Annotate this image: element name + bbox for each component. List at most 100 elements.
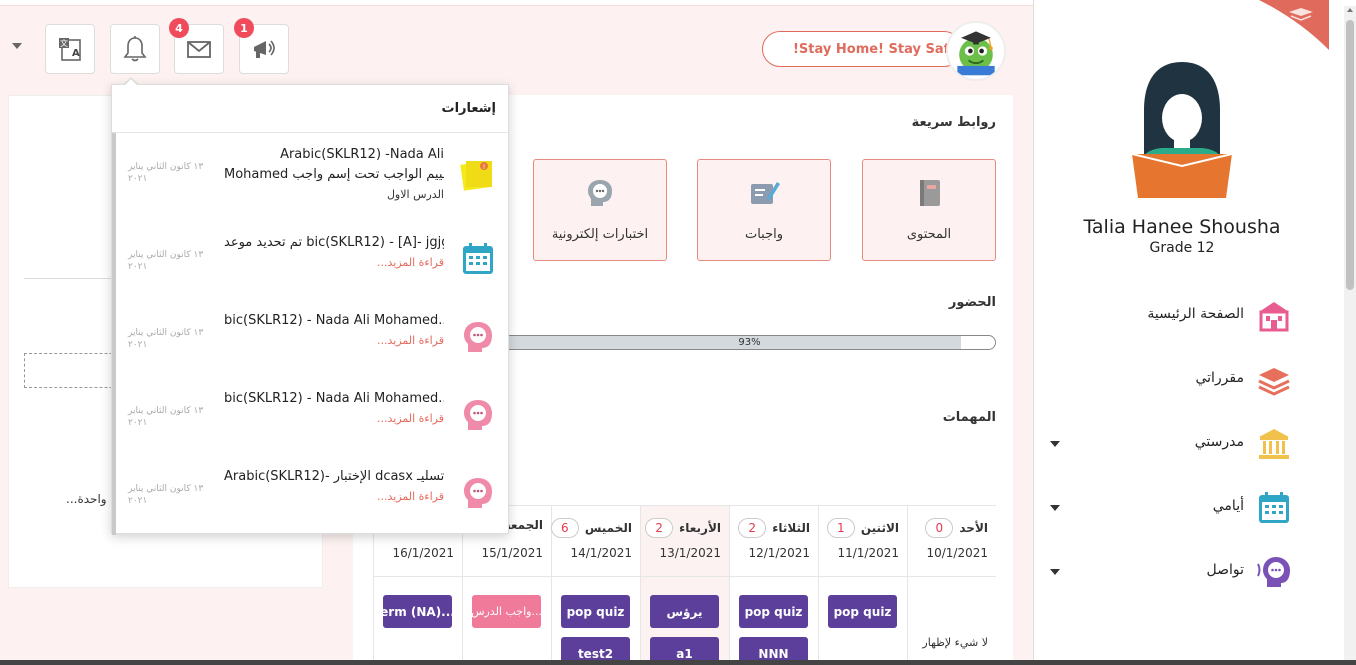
main-area: 文 A 4 1 !Stay Home! Stay Safe ...اء واحد… — [0, 0, 1033, 665]
notification-line: Arabic(SKLR12)- الإختبار dcasx تم تسليـ.… — [224, 469, 444, 484]
read-more-link[interactable]: ...قراءة المزيد — [224, 487, 444, 507]
day-task-count: 1 — [826, 518, 855, 538]
day-date: 10/1/2021 — [926, 546, 988, 560]
svg-text:文: 文 — [60, 38, 68, 48]
task-chip[interactable]: erm (NA)... — [383, 595, 452, 628]
task-chip[interactable]: pop quiz — [828, 595, 897, 628]
day-date: 13/1/2021 — [659, 546, 721, 560]
day-column: 2 الأربعاء 13/1/2021 يرؤس a1 — [640, 506, 729, 665]
sidebar: Talia Hanee Shousha Grade 12 الصفحة الرئ… — [1033, 0, 1329, 665]
notification-line: تم تحديد موعد bic(SKLR12) - [A]- jgjgm..… — [224, 235, 444, 250]
notifications-dropdown: إشعارات ! Arabic(SKLR12) -Nada Ali Moham… — [111, 84, 510, 535]
quizzes-link-label: اختبارات إلكترونية — [551, 227, 649, 242]
day-header: 1 الاثنين — [826, 518, 899, 538]
nav-item-my-courses[interactable]: مقرراتي — [1034, 358, 1330, 402]
notification-text: Arabic(SKLR12)- الإختبار dcasx تم تسليـ.… — [224, 467, 444, 507]
chevron-down-icon[interactable] — [1050, 505, 1060, 511]
notifications-caret-inner — [124, 79, 138, 86]
messages-button[interactable]: 4 — [169, 18, 224, 74]
attendance-percent: 93% — [738, 337, 761, 348]
day-date: 12/1/2021 — [748, 546, 810, 560]
content-link-label: المحتوى — [906, 227, 952, 242]
announcements-button[interactable]: 1 — [234, 18, 289, 74]
notification-item[interactable]: bic(SKLR12) - Nada Ali Mohamed... ...قرا… — [116, 379, 510, 457]
book-icon — [920, 180, 940, 206]
day-separator — [374, 576, 462, 577]
notification-date: ١٣ كانون الثاني يناير ٢٠٢١ — [128, 250, 204, 272]
day-separator — [641, 576, 729, 577]
user-avatar[interactable] — [1122, 58, 1242, 198]
notification-line: Arabic(SKLR12) -Nada Ali — [280, 147, 444, 162]
scrollbar-thumb[interactable] — [1346, 20, 1354, 290]
day-header: 2 الثلاثاء — [738, 518, 810, 538]
read-more-link[interactable]: ...قراءة المزيد — [224, 253, 444, 273]
messages-badge: 4 — [169, 18, 189, 38]
toolbar-dropdown-caret[interactable] — [12, 43, 22, 49]
notification-item[interactable]: Arabic(SKLR12)- الإختبار dcasx تم تسليـ.… — [116, 457, 510, 535]
notifications-list: ! Arabic(SKLR12) -Nada Ali Mohamed أنهي … — [112, 133, 510, 535]
day-date: 14/1/2021 — [570, 546, 632, 560]
day-name: الثلاثاء — [772, 521, 810, 535]
page-scrollbar[interactable] — [1344, 6, 1356, 665]
notification-line: الدرس الاول — [386, 188, 444, 201]
calendar-icon — [1259, 492, 1289, 523]
content-link-card[interactable]: المحتوى — [862, 159, 996, 261]
nav-item-home[interactable]: الصفحة الرئيسية — [1034, 294, 1330, 338]
notification-line: bic(SKLR12) - Nada Ali Mohamed... — [224, 313, 444, 328]
chat-head-icon — [1257, 557, 1290, 587]
top-strip — [0, 0, 1033, 6]
chevron-down-icon[interactable] — [1050, 441, 1060, 447]
corner-ribbon-icon[interactable] — [1259, 0, 1329, 50]
notification-text: تم تحديد موعد bic(SKLR12) - [A]- jgjgm..… — [224, 233, 444, 273]
mascot-avatar — [946, 21, 1006, 81]
nav-item-communicate[interactable]: تواصل — [1034, 550, 1330, 594]
stay-home-text: !Stay Home! Stay Safe — [793, 41, 959, 57]
day-column: 0 الأحد 10/1/2021 لا شيء لإظهار — [907, 506, 996, 665]
user-grade: Grade 12 — [1149, 240, 1215, 256]
task-chip[interactable]: يرؤس — [650, 595, 719, 628]
nav-item-my-days[interactable]: أيامي — [1034, 486, 1330, 530]
day-header: 6 الخميس — [550, 518, 632, 538]
notification-line: Mohamed أنهي تقييم الواجب تحت إسم واجب — [224, 167, 444, 182]
nav-label: الصفحة الرئيسية — [1147, 306, 1244, 322]
homework-link-card[interactable]: واجبات — [697, 159, 831, 261]
svg-text:!: ! — [483, 164, 485, 171]
bottom-bar — [0, 660, 1356, 665]
notification-item[interactable]: تم تحديد موعد bic(SKLR12) - [A]- jgjgm..… — [116, 223, 510, 301]
day-header: 2 الأربعاء — [645, 518, 721, 538]
notification-date: ١٣ كانون الثاني يناير ٢٠٢١ — [128, 328, 204, 350]
day-task-count: 2 — [645, 518, 674, 538]
day-date: 16/1/2021 — [392, 546, 454, 560]
task-chip[interactable]: pop quiz — [739, 595, 808, 628]
day-task-count: 0 — [925, 518, 954, 538]
columns-building-icon — [1259, 429, 1289, 459]
stay-home-banner[interactable]: !Stay Home! Stay Safe — [762, 31, 962, 67]
attendance-title: الحضور — [948, 295, 996, 310]
day-task-count: 6 — [550, 518, 579, 538]
scroll-up-icon[interactable] — [1347, 8, 1353, 12]
read-more-link[interactable]: ...قراءة المزيد — [224, 331, 444, 351]
task-chip[interactable]: pop quiz — [561, 595, 630, 628]
notifications-button[interactable] — [110, 24, 160, 74]
nav-item-my-school[interactable]: مدرستي — [1034, 422, 1330, 466]
day-separator — [552, 576, 640, 577]
tasks-title: المهمات — [942, 410, 996, 425]
read-more-link[interactable]: ...قراءة المزيد — [224, 409, 444, 429]
nav-label: مقرراتي — [1195, 370, 1244, 386]
day-name: الاثنين — [860, 521, 899, 535]
day-name: الخميس — [584, 521, 632, 535]
chevron-down-icon[interactable] — [1050, 569, 1060, 575]
quizzes-link-card[interactable]: اختبارات إلكترونية — [533, 159, 667, 261]
homework-icon — [751, 182, 780, 204]
notification-text: bic(SKLR12) - Nada Ali Mohamed... ...قرا… — [224, 389, 444, 429]
task-chip[interactable]: واجب الدرس... — [472, 595, 541, 628]
notification-date: ١٣ كانون الثاني يناير ٢٠٢١ — [128, 484, 204, 506]
notification-line: bic(SKLR12) - Nada Ali Mohamed... — [224, 391, 444, 406]
notification-text: Arabic(SKLR12) -Nada Ali Mohamed أنهي تق… — [224, 145, 444, 205]
translate-button[interactable]: 文 A — [45, 24, 95, 74]
notification-item[interactable]: bic(SKLR12) - Nada Ali Mohamed... ...قرا… — [116, 301, 510, 379]
notification-item[interactable]: ! Arabic(SKLR12) -Nada Ali Mohamed أنهي … — [116, 135, 510, 213]
nav-label: تواصل — [1206, 562, 1244, 578]
day-separator — [730, 576, 818, 577]
translate-icon: 文 A — [59, 38, 81, 61]
